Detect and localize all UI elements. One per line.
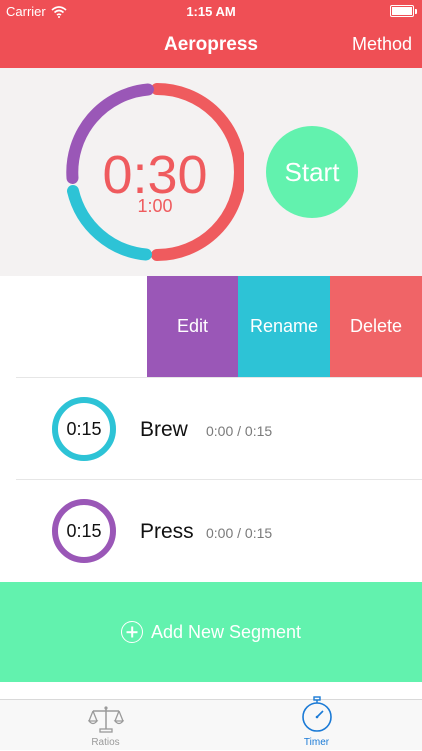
plus-circle-icon [120, 621, 143, 643]
timer-total-display: 1:00 [137, 196, 173, 216]
status-bar: Carrier 1:15 AM [0, 0, 422, 22]
tab-label: Timer [303, 737, 330, 748]
method-button[interactable]: Method [352, 34, 412, 55]
segment-progress: 0:00 / 0:15 [206, 423, 273, 439]
scale-icon [87, 706, 124, 733]
timer-panel: 0:30 1:00 Start [0, 68, 422, 276]
tab-timer[interactable]: Timer [211, 696, 422, 751]
segment-progress: 0:00 / 0:15 [206, 525, 273, 541]
add-segment-button[interactable]: Add New Segment [0, 582, 422, 682]
list-item[interactable]: 0:15 Brew 0:00 / 0:15 [16, 377, 422, 479]
tab-bar: Ratios Timer [0, 696, 422, 751]
segment-duration: 0:15 [66, 521, 102, 541]
tab-label: Ratios [91, 737, 120, 748]
segment-actions-row: Edit Rename Delete [0, 276, 422, 377]
segment-name: Brew [140, 418, 188, 441]
delete-button[interactable]: Delete [330, 276, 422, 377]
rename-button[interactable]: Rename [238, 276, 330, 377]
stopwatch-icon [301, 696, 332, 732]
battery-icon [390, 5, 417, 17]
header: Carrier 1:15 AM Aeropress Method [0, 0, 422, 68]
status-time: 1:15 AM [186, 4, 236, 19]
edit-button[interactable]: Edit [147, 276, 238, 377]
segment-duration: 0:15 [66, 419, 102, 439]
add-segment-label: Add New Segment [150, 621, 302, 642]
tab-ratios[interactable]: Ratios [0, 700, 211, 751]
list-item[interactable]: 0:15 Press 0:00 / 0:15 [16, 479, 422, 582]
segment-name: Press [140, 520, 194, 543]
start-button[interactable]: Start [266, 126, 358, 218]
